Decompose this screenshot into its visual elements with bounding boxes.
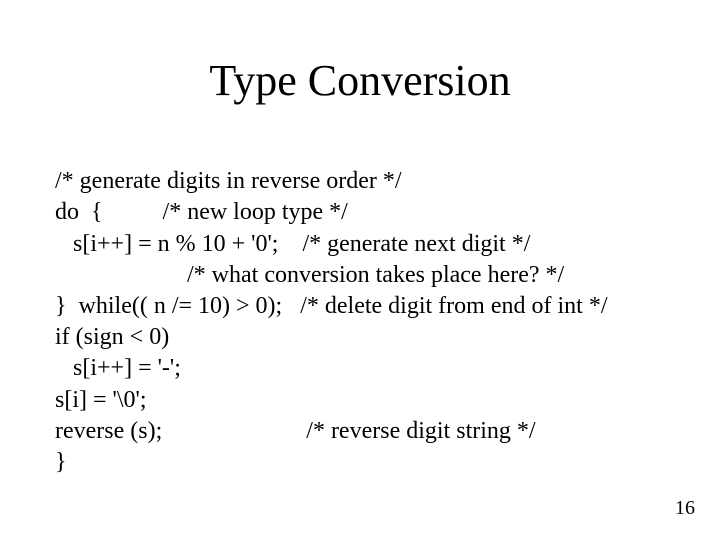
code-line: } [55, 449, 67, 475]
code-line: /* generate digits in reverse order */ [55, 168, 402, 194]
code-line: s[i++] = '-'; [55, 355, 181, 381]
code-line: reverse (s); /* reverse digit string */ [55, 418, 536, 444]
code-line: s[i] = '\0'; [55, 387, 147, 413]
code-line: do { /* new loop type */ [55, 199, 348, 225]
page-number: 16 [675, 497, 695, 520]
code-line: /* what conversion takes place here? */ [55, 262, 564, 288]
code-line: } while(( n /= 10) > 0); /* delete digit… [55, 293, 607, 319]
slide: Type Conversion /* generate digits in re… [0, 0, 720, 540]
slide-title: Type Conversion [0, 55, 720, 106]
code-block: /* generate digits in reverse order */ d… [55, 135, 705, 478]
code-line: if (sign < 0) [55, 324, 169, 350]
code-line: s[i++] = n % 10 + '0'; /* generate next … [55, 231, 530, 257]
